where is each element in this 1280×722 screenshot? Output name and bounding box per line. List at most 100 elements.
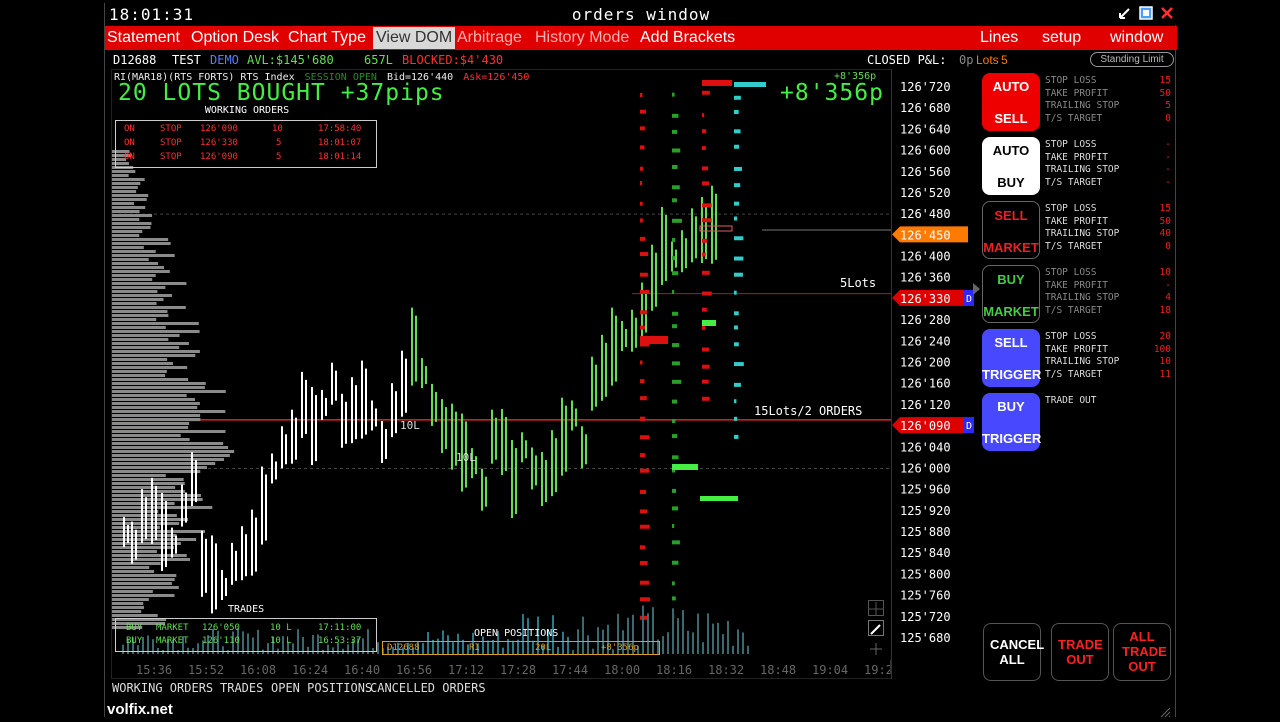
order-flag-label: D <box>966 294 972 305</box>
menu-window[interactable]: window <box>1110 27 1163 49</box>
bracket-setting-row[interactable]: T/S TARGET 0 <box>1045 241 1175 254</box>
bracket-setting-row[interactable]: STOP LOSS 15 <box>1045 203 1175 216</box>
dom-cluster-bar <box>734 201 740 206</box>
bracket-setting-row[interactable]: T/S TARGET 11 <box>1045 369 1175 382</box>
bracket-setting-value: - <box>1165 151 1171 163</box>
buy-market-button[interactable]: BUY MARKET <box>982 265 1040 323</box>
menu-view-dom[interactable]: View DOM <box>373 27 456 49</box>
volume-profile-bar <box>112 558 191 561</box>
all-trade-out-button[interactable]: ALL TRADE OUT <box>1113 623 1171 681</box>
dom-cluster-bar <box>702 347 709 352</box>
grid-icon[interactable] <box>868 600 884 616</box>
menu-setup[interactable]: setup <box>1042 27 1081 49</box>
volume-profile-bar <box>112 454 230 457</box>
sell-trigger-button[interactable]: SELL TRIGGER <box>982 329 1041 387</box>
volume-profile-bar <box>112 238 169 241</box>
price-tick-label: 125'960 <box>900 483 951 497</box>
volume-profile-bar <box>112 378 189 381</box>
working-order-row[interactable]: ON STOP 126'330 5 18:01:07 <box>118 138 374 152</box>
bracket-setting-row[interactable]: STOP LOSS 10 <box>1045 267 1175 280</box>
menu-add-brackets[interactable]: Add Brackets <box>640 27 735 49</box>
trade-row[interactable]: BUY MARKET 126'050 10 L 17:11:00 <box>118 623 374 636</box>
bracket-setting-label: TRAILING STOP <box>1045 100 1120 112</box>
bracket-setting-row[interactable]: TAKE PROFIT 100 <box>1045 344 1175 357</box>
bracket-setting-row[interactable]: STOP LOSS 20 <box>1045 331 1175 344</box>
dom-cluster-bar <box>672 596 676 601</box>
bracket-setting-row[interactable]: TRAILING STOP 40 <box>1045 228 1175 241</box>
dom-cluster-bar <box>702 218 712 223</box>
bracket-setting-row[interactable]: STOP LOSS 15 <box>1045 75 1175 88</box>
tab-open-positions[interactable]: OPEN POSITIONS <box>271 681 372 695</box>
menu-lines[interactable]: Lines <box>980 27 1018 49</box>
bracket-setting-row[interactable]: TRAILING STOP 5 <box>1045 100 1175 113</box>
sell-market-button[interactable]: SELL MARKET <box>982 201 1040 259</box>
dom-cluster-bar <box>702 90 710 95</box>
bracket-setting-row[interactable]: TAKE PROFIT - <box>1045 280 1175 293</box>
menu-chart-type[interactable]: Chart Type <box>288 27 366 49</box>
price-tick-label: 126'450 <box>900 228 951 242</box>
menu-statement[interactable]: Statement <box>107 27 180 49</box>
menu-history-mode[interactable]: History Mode <box>535 27 629 49</box>
dom-cluster-bar <box>672 271 679 276</box>
trade-row[interactable]: BUY MARKET 126'110 10 L 16:53:37 <box>118 636 374 649</box>
menu-option-desk[interactable]: Option Desk <box>191 27 279 49</box>
volume-profile-bar <box>112 590 153 593</box>
bracket-setting-row[interactable]: TRADE OUT <box>1045 395 1175 408</box>
bracket-setting-label: STOP LOSS <box>1045 203 1097 214</box>
trade-out-button[interactable]: TRADE OUT <box>1051 623 1109 681</box>
bracket-setting-row[interactable]: T/S TARGET 18 <box>1045 305 1175 318</box>
bracket-setting-row[interactable]: TAKE PROFIT 50 <box>1045 216 1175 229</box>
account-bar: D12688 TEST DEMO AVL:$145'680 657L BLOCK… <box>105 51 1177 69</box>
menu-arbitrage[interactable]: Arbitrage <box>457 27 522 49</box>
bracket-setting-row[interactable]: T/S TARGET 0 <box>1045 113 1175 126</box>
volume-profile-bar <box>112 394 187 397</box>
chart-area[interactable]: 15:36 15:52 16:08 16:24 16:40 16:56 17:12 17:28… <box>111 69 974 679</box>
bracket-setting-row[interactable]: TAKE PROFIT 50 <box>1045 88 1175 101</box>
dom-cluster-bar <box>702 238 708 243</box>
volume-profile-bar <box>112 374 166 377</box>
volume-profile-bar <box>112 334 180 337</box>
volume-profile-bar <box>112 578 175 581</box>
volume-profile-bar <box>112 174 129 177</box>
auto-sell-button[interactable]: AUTO SELL <box>982 73 1040 131</box>
pencil-icon[interactable] <box>868 620 884 636</box>
working-order-row[interactable]: ON STOP 126'090 5 18:01:14 <box>118 152 374 166</box>
order-panel: AUTO SELL STOP LOSS 15 TAKE PROFIT 50 TRAILING… <box>977 69 1175 709</box>
lots-value[interactable]: 5 <box>1001 53 1008 67</box>
maximize-icon[interactable] <box>1138 6 1154 22</box>
resize-grip-icon[interactable] <box>1159 703 1171 718</box>
bracket-setting-row[interactable]: TRAILING STOP 4 <box>1045 292 1175 305</box>
volume-profile-bar <box>112 474 166 477</box>
close-icon[interactable] <box>1159 6 1175 22</box>
bracket-setting-row[interactable]: TAKE PROFIT - <box>1045 152 1175 165</box>
volume-profile-bar <box>112 278 153 281</box>
crosshair-icon[interactable] <box>870 640 882 655</box>
open-position-row[interactable]: D12688 RI 20L +8'356p <box>382 641 660 655</box>
panel-expand-arrow[interactable] <box>973 283 980 295</box>
dom-cluster-bar <box>700 496 738 501</box>
volume-profile-bar <box>112 322 199 325</box>
window-title: orders window <box>571 5 711 24</box>
dom-cluster-bar <box>734 342 739 347</box>
bracket-setting-row[interactable]: STOP LOSS - <box>1045 139 1175 152</box>
cancel-all-button[interactable]: CANCEL ALL <box>983 623 1044 681</box>
auto-buy-button[interactable]: AUTO BUY <box>982 137 1040 195</box>
bracket-setting-row[interactable]: TRAILING STOP 10 <box>1045 356 1175 369</box>
volume-profile-bar <box>112 354 196 357</box>
working-order-row[interactable]: ON STOP 126'090 10 17:58:40 <box>118 124 374 138</box>
dom-cluster-bar <box>672 256 676 261</box>
bracket-setting-row[interactable]: T/S TARGET - <box>1045 177 1175 190</box>
time-tick-label: 17:44 <box>552 663 588 677</box>
dom-cluster-bar <box>640 290 650 295</box>
tab-trades[interactable]: TRADES <box>220 681 263 695</box>
price-axis[interactable]: 126'720 126'680 126'640 126'600 126'560 126'5… <box>891 69 974 679</box>
time-tick-label: 18:00 <box>604 663 640 677</box>
tab-cancelled-orders[interactable]: CANCELLED ORDERS <box>370 681 486 695</box>
price-axis-svg: 126'720 126'680 126'640 126'600 126'560 126'5… <box>892 80 974 645</box>
minimize-icon[interactable] <box>1117 6 1133 22</box>
buy-trigger-button[interactable]: BUY TRIGGER <box>982 393 1041 451</box>
volume-profile-bar <box>112 366 188 369</box>
tab-working-orders[interactable]: WORKING ORDERS <box>112 681 213 695</box>
bracket-setting-row[interactable]: TRAILING STOP - <box>1045 164 1175 177</box>
standing-limit-toggle[interactable]: Standing Limit <box>1090 52 1174 67</box>
